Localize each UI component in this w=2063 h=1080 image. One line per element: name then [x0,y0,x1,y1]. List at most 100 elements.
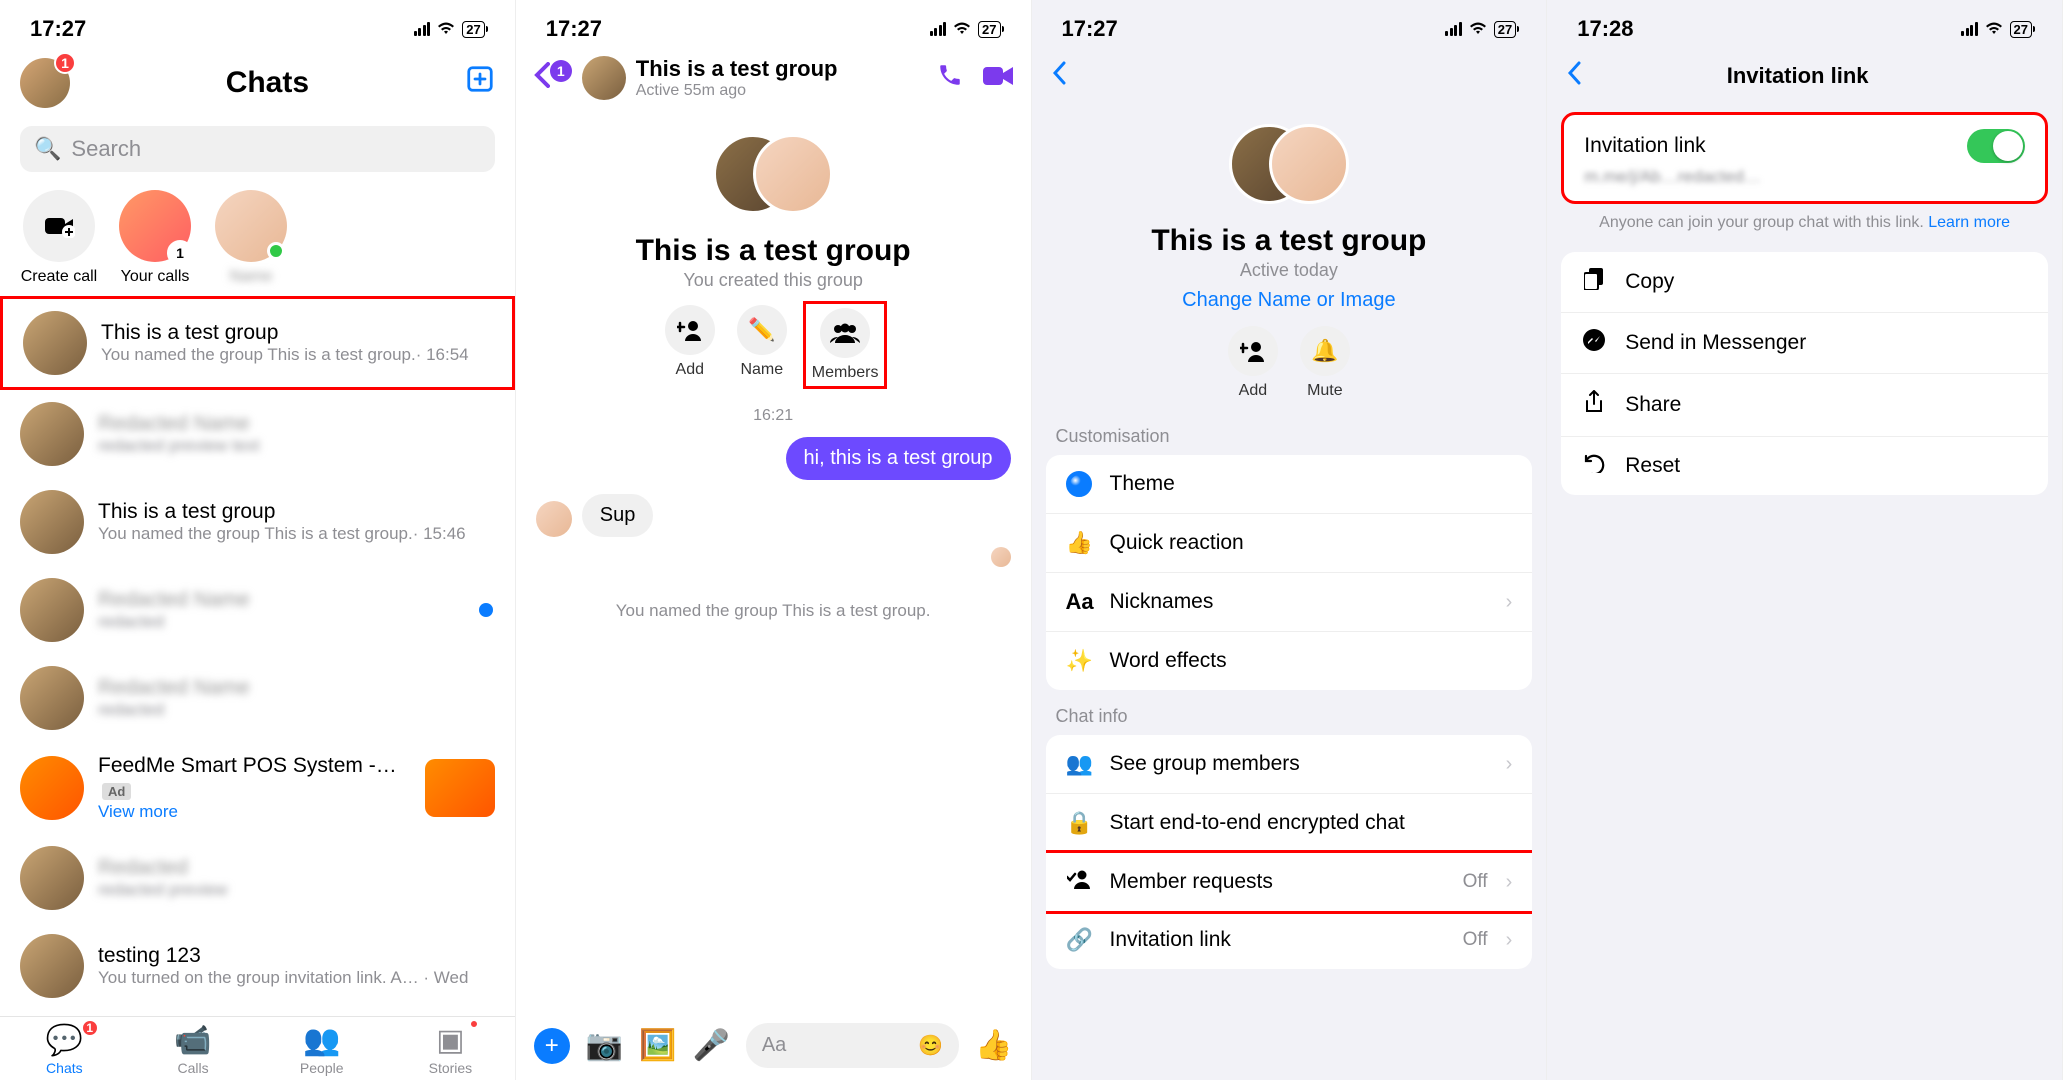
row-value: Off [1463,929,1488,951]
ad-link[interactable]: View more [98,802,411,822]
tab-chats[interactable]: 💬 Chats 1 [0,1023,129,1076]
group-info-header: This is a test group You created this gr… [516,110,1031,395]
members-button[interactable]: Members [803,301,888,389]
invitation-toggle[interactable] [1967,129,2025,163]
person-check-icon [1066,869,1092,895]
share-row[interactable]: Share [1561,374,2048,437]
emoji-icon[interactable]: 😊 [918,1033,943,1058]
tab-label: Chats [46,1060,83,1076]
input-placeholder: Aa [762,1034,786,1057]
your-calls-button[interactable]: 1 Your calls [116,190,194,286]
add-person-icon [1228,326,1278,376]
wifi-icon [1468,19,1488,40]
group-avatars[interactable] [1229,116,1349,216]
chat-name: Redacted Name [98,676,495,700]
member-avatar [1269,124,1349,204]
message-row: Sup [516,494,1031,537]
message-input[interactable]: Aa 😊 [746,1023,959,1068]
invitation-toggle-card: Invitation link m.me/j/Ab…redacted… [1561,112,2048,204]
video-call-button[interactable] [983,62,1013,95]
chat-preview: redacted [98,612,495,632]
theme-row[interactable]: Theme [1046,455,1533,514]
see-members-row[interactable]: 👥 See group members › [1046,735,1533,794]
edit-name-button[interactable]: ✏️ Name [737,305,787,385]
invitation-url[interactable]: m.me/j/Ab…redacted… [1584,167,2025,187]
chat-row[interactable]: Redacted Name redacted preview text [0,390,515,478]
audio-call-button[interactable] [937,62,963,95]
chat-view-screen: 17:27 27 1 This is a test group Active 5… [516,0,1032,1080]
tab-label: Stories [429,1060,473,1076]
quick-reaction-row[interactable]: 👍 Quick reaction [1046,514,1533,573]
create-call-button[interactable]: Create call [20,190,98,286]
word-effects-row[interactable]: ✨ Word effects [1046,632,1533,690]
gallery-icon[interactable]: 🖼️ [639,1028,676,1063]
group-name: This is a test group [1151,224,1426,258]
chat-row[interactable]: This is a test group You named the group… [0,478,515,566]
ad-row[interactable]: FeedMe Smart POS System -…Ad View more [0,742,515,834]
back-badge: 1 [550,60,572,82]
learn-more-link[interactable]: Learn more [1928,214,2010,231]
section-header: Customisation [1032,410,1547,455]
chat-row[interactable]: This is a test group You named the group… [0,296,515,390]
status-bar: 17:27 27 [516,0,1031,52]
chat-row[interactable]: Redacted redacted preview [0,834,515,922]
tab-people[interactable]: 👥 People [257,1023,386,1076]
wifi-icon [436,19,456,40]
video-icon: 📹 [174,1023,211,1058]
invitation-note: Anyone can join your group chat with thi… [1571,214,2038,232]
chats-list-screen: 17:27 27 1 Chats 🔍 Search Create call 1 [0,0,516,1080]
battery-icon: 27 [2010,21,2032,38]
chat-avatar [20,402,84,466]
thumbs-up-button[interactable]: 👍 [975,1028,1012,1063]
header-avatar[interactable] [582,56,626,100]
outgoing-message[interactable]: hi, this is a test group [786,437,1011,480]
camera-icon[interactable]: 📷 [586,1028,623,1063]
back-button[interactable]: 1 [534,62,550,95]
ad-tag: Ad [102,783,131,800]
copy-link-row[interactable]: Copy [1561,252,2048,313]
profile-avatar[interactable]: 1 [20,58,70,108]
reset-row[interactable]: Reset [1561,437,2048,495]
copy-icon [1581,268,1607,296]
chat-name: This is a test group [98,500,495,524]
more-actions-button[interactable]: + [534,1028,570,1064]
chat-preview: You turned on the group invitation link.… [98,968,495,988]
mute-button[interactable]: 🔔 Mute [1300,326,1350,400]
chat-bubble-icon: 💬 [46,1023,83,1058]
chat-row[interactable]: Redacted Name redacted [0,566,515,654]
header-title-block[interactable]: This is a test group Active 55m ago [636,56,927,100]
incoming-message[interactable]: Sup [582,494,654,537]
encrypted-chat-row[interactable]: 🔒 Start end-to-end encrypted chat [1046,794,1533,853]
chat-avatar [20,666,84,730]
member-requests-row[interactable]: Member requests Off › [1046,850,1533,914]
send-messenger-row[interactable]: Send in Messenger [1561,313,2048,374]
chat-row[interactable]: testing 123 You turned on the group invi… [0,922,515,1010]
link-icon: 🔗 [1066,927,1092,953]
back-button[interactable] [1032,52,1547,100]
tab-label: People [300,1060,344,1076]
share-icon [1581,390,1607,420]
chat-preview: redacted preview text [98,436,495,456]
microphone-icon[interactable]: 🎤 [692,1028,729,1063]
status-icons: 27 [1445,19,1516,40]
section-header: Chat info [1032,690,1547,735]
group-name: This is a test group [636,234,911,268]
action-label: Name [740,361,783,379]
invitation-link-row[interactable]: 🔗 Invitation link Off › [1046,911,1533,969]
tab-calls[interactable]: 📹 Calls [129,1023,258,1076]
add-member-button[interactable]: Add [665,305,715,385]
signal-icon [1445,22,1462,36]
change-name-image-link[interactable]: Change Name or Image [1182,289,1395,312]
group-avatars[interactable] [713,126,833,226]
nicknames-row[interactable]: Aa Nicknames › [1046,573,1533,632]
chat-row[interactable]: Redacted Name redacted [0,654,515,742]
message-composer: + 📷 🖼️ 🎤 Aa 😊 👍 [516,1011,1031,1080]
story-label: Your calls [121,268,190,286]
add-member-button[interactable]: Add [1228,326,1278,400]
compose-icon[interactable] [465,64,495,102]
sender-avatar[interactable] [536,501,572,537]
lock-icon: 🔒 [1066,810,1092,836]
search-input[interactable]: 🔍 Search [20,126,495,172]
story-contact[interactable]: Name [212,190,290,286]
tab-stories[interactable]: ▣ Stories [386,1023,515,1076]
